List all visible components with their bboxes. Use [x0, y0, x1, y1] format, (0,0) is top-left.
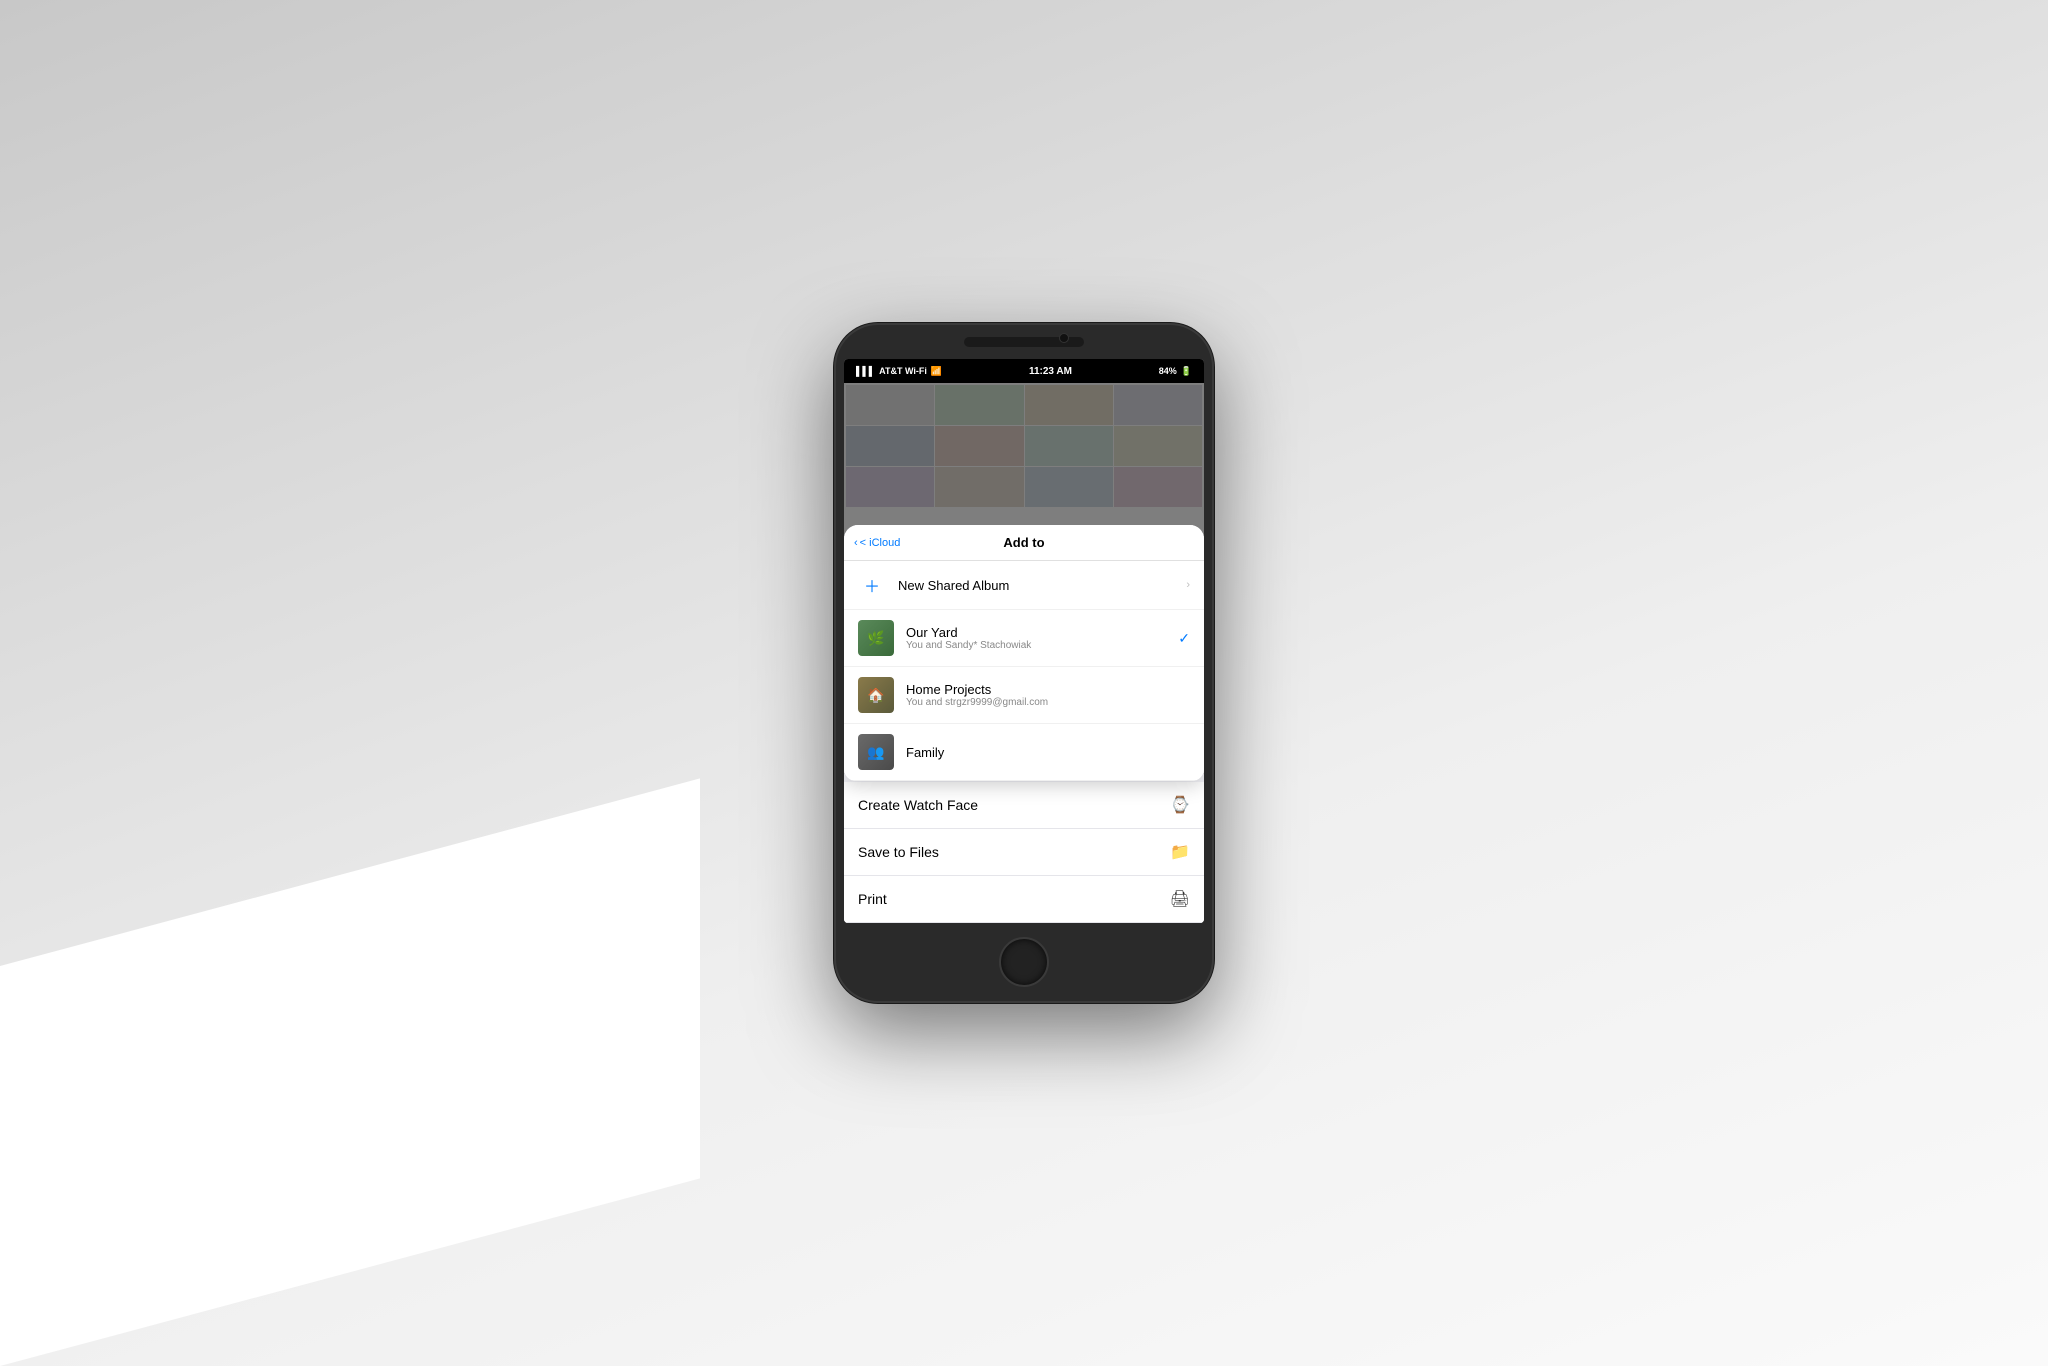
- home-projects-subtitle: You and strgzr9999@gmail.com: [906, 697, 1190, 708]
- battery-label: 84%: [1159, 366, 1177, 376]
- battery-icon: 🔋: [1181, 366, 1192, 377]
- our-yard-subtitle: You and Sandy* Stachowiak: [906, 640, 1166, 651]
- add-to-dropdown: ‹ < iCloud Add to ＋ New Shared Album ›: [844, 525, 1204, 781]
- our-yard-text: Our Yard You and Sandy* Stachowiak: [906, 625, 1166, 651]
- dropdown-header: ‹ < iCloud Add to: [844, 525, 1204, 561]
- status-time: 11:23 AM: [1029, 366, 1072, 377]
- new-shared-album-text: New Shared Album: [898, 578, 1174, 593]
- album-item-family[interactable]: 👥 Family: [844, 724, 1204, 781]
- status-bar: ▌▌▌ AT&T Wi-Fi 📶 11:23 AM 84% 🔋: [844, 359, 1204, 383]
- share-sheet-panel: 2 Photos Selected Options > ✕ Add to Alb…: [844, 525, 1204, 923]
- new-shared-album-label: New Shared Album: [898, 578, 1174, 593]
- carrier-label: AT&T Wi-Fi: [879, 366, 927, 376]
- phone-device: ▌▌▌ AT&T Wi-Fi 📶 11:23 AM 84% 🔋: [834, 323, 1214, 1003]
- plus-icon: ＋: [858, 571, 886, 599]
- family-label: Family: [906, 745, 1190, 760]
- phone-screen: ▌▌▌ AT&T Wi-Fi 📶 11:23 AM 84% 🔋: [844, 359, 1204, 923]
- family-text: Family: [906, 745, 1190, 760]
- front-camera: [1059, 333, 1069, 343]
- status-left: ▌▌▌ AT&T Wi-Fi 📶: [856, 366, 942, 377]
- home-projects-label: Home Projects: [906, 682, 1190, 697]
- signal-bars: ▌▌▌: [856, 366, 875, 376]
- white-surface: [0, 778, 700, 1366]
- album-thumbnail-our-yard: 🌿: [858, 620, 894, 656]
- menu-item-print[interactable]: Print 🖨: [844, 876, 1204, 923]
- menu-item-save-to-files[interactable]: Save to Files 📁: [844, 829, 1204, 876]
- phone-body: ▌▌▌ AT&T Wi-Fi 📶 11:23 AM 84% 🔋: [834, 323, 1214, 1003]
- album-item-home-projects[interactable]: 🏠 Home Projects You and strgzr9999@gmail…: [844, 667, 1204, 724]
- our-yard-label: Our Yard: [906, 625, 1166, 640]
- dropdown-title: Add to: [1003, 535, 1044, 550]
- back-label: < iCloud: [860, 537, 901, 549]
- album-thumbnail-home-projects: 🏠: [858, 677, 894, 713]
- status-right: 84% 🔋: [1159, 366, 1192, 377]
- menu-item-create-watch-face[interactable]: Create Watch Face ⌚: [844, 782, 1204, 829]
- checkmark-icon: ✓: [1178, 630, 1190, 647]
- home-projects-text: Home Projects You and strgzr9999@gmail.c…: [906, 682, 1190, 708]
- album-thumbnail-family: 👥: [858, 734, 894, 770]
- album-item-our-yard[interactable]: 🌿 Our Yard You and Sandy* Stachowiak ✓: [844, 610, 1204, 667]
- chevron-left-icon: ‹: [854, 537, 858, 549]
- new-shared-album-item[interactable]: ＋ New Shared Album ›: [844, 561, 1204, 610]
- chevron-right-icon: ›: [1186, 579, 1190, 591]
- dropdown-back-button[interactable]: ‹ < iCloud: [854, 537, 900, 549]
- home-button[interactable]: [999, 937, 1049, 987]
- wifi-icon: 📶: [931, 366, 942, 377]
